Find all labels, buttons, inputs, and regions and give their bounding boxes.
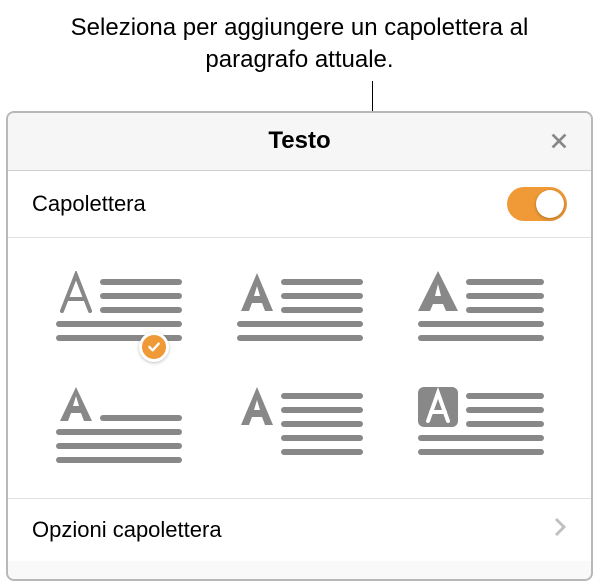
- drop-cap-row: Capolettera: [8, 171, 591, 238]
- drop-cap-style-6[interactable]: [410, 380, 551, 470]
- toggle-knob: [536, 190, 564, 218]
- close-button[interactable]: [545, 127, 573, 155]
- annotation-text: Seleziona per aggiungere un capolettera …: [0, 0, 599, 85]
- drop-cap-style-5[interactable]: [229, 380, 370, 470]
- panel-title: Testo: [268, 127, 330, 155]
- drop-cap-style-1[interactable]: [48, 266, 189, 356]
- drop-cap-style-4-icon: [54, 385, 184, 465]
- chevron-right-icon: [553, 517, 567, 543]
- drop-cap-style-3-icon: [416, 271, 546, 351]
- drop-cap-style-5-icon: [235, 385, 365, 465]
- panel-header: Testo: [8, 113, 591, 171]
- selected-checkmark-icon: [139, 332, 169, 362]
- panel-body: Capolettera: [8, 171, 591, 561]
- drop-cap-label: Capolettera: [32, 191, 146, 217]
- drop-cap-style-2-icon: [235, 271, 365, 351]
- drop-cap-options-label: Opzioni capolettera: [32, 517, 222, 543]
- text-panel: Testo Capolettera: [6, 111, 593, 581]
- drop-cap-style-3[interactable]: [410, 266, 551, 356]
- drop-cap-style-4[interactable]: [48, 380, 189, 470]
- drop-cap-style-6-icon: [416, 385, 546, 465]
- drop-cap-options-row[interactable]: Opzioni capolettera: [8, 499, 591, 561]
- callout-line: [0, 85, 599, 111]
- drop-cap-style-2[interactable]: [229, 266, 370, 356]
- close-icon: [548, 130, 570, 152]
- drop-cap-toggle[interactable]: [507, 187, 567, 221]
- drop-cap-style-grid: [8, 238, 591, 499]
